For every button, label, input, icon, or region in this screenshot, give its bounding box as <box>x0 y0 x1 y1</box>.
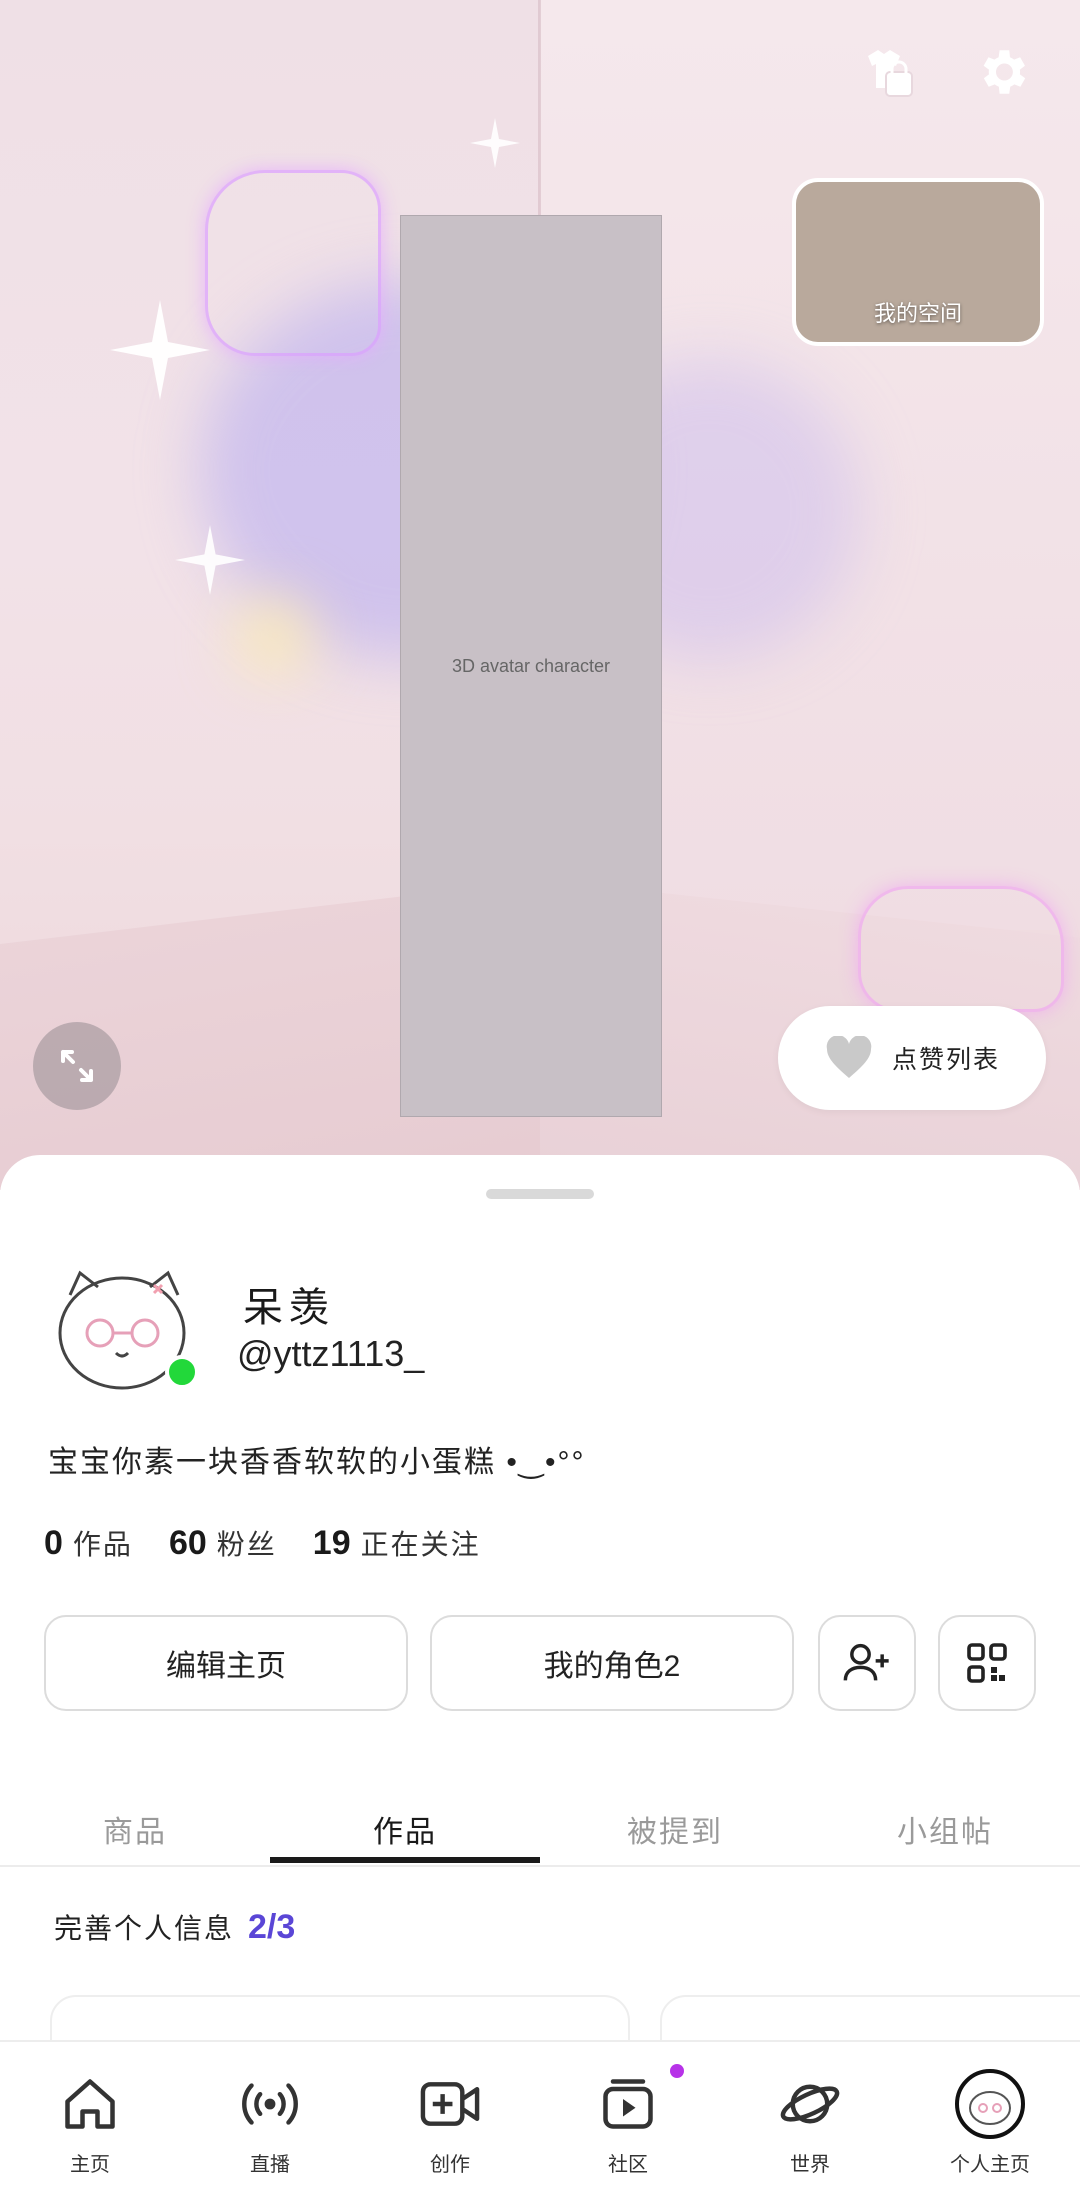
edit-profile-button[interactable]: 编辑主页 <box>44 1615 408 1711</box>
complete-profile-progress: 2/3 <box>248 1908 296 1946</box>
tab-products[interactable]: 商品 <box>0 1795 270 1851</box>
outfit-shop-icon[interactable] <box>856 40 920 104</box>
expand-view-button[interactable] <box>33 1022 121 1110</box>
stat-value: 60 <box>168 1524 207 1562</box>
sparkle-icon <box>110 300 210 400</box>
live-icon <box>242 2083 298 2125</box>
heart-icon <box>826 1036 872 1078</box>
profile-nickname: 呆羡 <box>243 1286 335 1330</box>
complete-profile-label: 完善个人信息 <box>54 1913 235 1944</box>
sparkle-icon <box>175 525 245 595</box>
my-space-label: 我的空间 <box>873 301 962 326</box>
tab-group-posts[interactable]: 小组帖 <box>810 1795 1080 1851</box>
neon-unicorn-decoration <box>205 170 381 356</box>
nav-label: 直播 <box>250 2154 290 2176</box>
nav-home[interactable]: 主页 <box>20 2070 160 2177</box>
profile-handle[interactable]: @yttz1113_ <box>237 1333 424 1375</box>
expand-arrows-icon <box>61 1050 93 1082</box>
stat-works[interactable]: 0 作品 <box>44 1523 133 1563</box>
sparkle-icon <box>470 118 520 168</box>
avatar-scene: 3D avatar character 我的空间 点赞列表 <box>0 0 1080 1190</box>
stat-label: 正在关注 <box>360 1529 481 1560</box>
nav-label: 个人主页 <box>950 2154 1030 2176</box>
stat-label: 粉丝 <box>216 1529 277 1560</box>
community-notification-dot <box>670 2064 684 2078</box>
home-icon <box>65 2079 115 2129</box>
nav-live[interactable]: 直播 <box>200 2070 340 2177</box>
nav-label: 创作 <box>430 2154 470 2176</box>
avatar-figure-image[interactable]: 3D avatar character <box>400 215 662 1117</box>
stat-value: 19 <box>312 1524 351 1562</box>
online-status-dot <box>165 1355 199 1389</box>
add-user-icon <box>843 1643 889 1681</box>
profile-bio: 宝宝你素一块香香软软的小蛋糕 •‿•°° <box>48 1446 586 1479</box>
community-icon <box>603 2079 653 2129</box>
my-roles-button[interactable]: 我的角色2 <box>430 1615 794 1711</box>
settings-gear-icon[interactable] <box>970 40 1034 104</box>
stat-value: 0 <box>44 1524 63 1562</box>
profile-avatar-icon <box>955 2069 1025 2139</box>
neon-unicorn-decoration <box>858 886 1064 1012</box>
qr-code-icon <box>967 1643 1007 1683</box>
stat-following[interactable]: 19 正在关注 <box>313 1523 481 1563</box>
nav-label: 社区 <box>608 2154 648 2176</box>
like-list-label: 点赞列表 <box>892 1046 1001 1074</box>
stat-label: 作品 <box>72 1529 133 1560</box>
nav-world[interactable]: 世界 <box>740 2070 880 2177</box>
nav-label: 主页 <box>70 2154 110 2176</box>
nav-create[interactable]: 创作 <box>380 2070 520 2177</box>
add-friend-button[interactable] <box>818 1615 916 1711</box>
create-video-icon <box>420 2082 480 2126</box>
profile-tabs: 商品 作品 被提到 小组帖 <box>0 1795 1080 1867</box>
qr-code-button[interactable] <box>938 1615 1036 1711</box>
my-space-thumbnail[interactable]: 我的空间 <box>792 178 1044 346</box>
sheet-drag-handle[interactable] <box>486 1189 594 1199</box>
nav-profile[interactable]: 个人主页 <box>920 2069 1060 2177</box>
tab-mentions[interactable]: 被提到 <box>540 1795 810 1851</box>
tab-works[interactable]: 作品 <box>270 1795 540 1851</box>
profile-stats: 0 作品 60 粉丝 19 正在关注 <box>44 1523 481 1563</box>
stat-followers[interactable]: 60 粉丝 <box>169 1523 277 1563</box>
planet-icon <box>780 2084 840 2124</box>
light-orb <box>240 600 310 670</box>
active-tab-indicator <box>270 1857 540 1863</box>
bottom-navigation: 主页 直播 创作 社区 世界 个人主页 <box>0 2040 1080 2206</box>
nav-label: 世界 <box>790 2154 830 2176</box>
like-list-button[interactable]: 点赞列表 <box>778 1006 1046 1110</box>
nav-community[interactable]: 社区 <box>558 2070 698 2177</box>
complete-profile-prompt[interactable]: 完善个人信息 2/3 <box>54 1907 295 1947</box>
